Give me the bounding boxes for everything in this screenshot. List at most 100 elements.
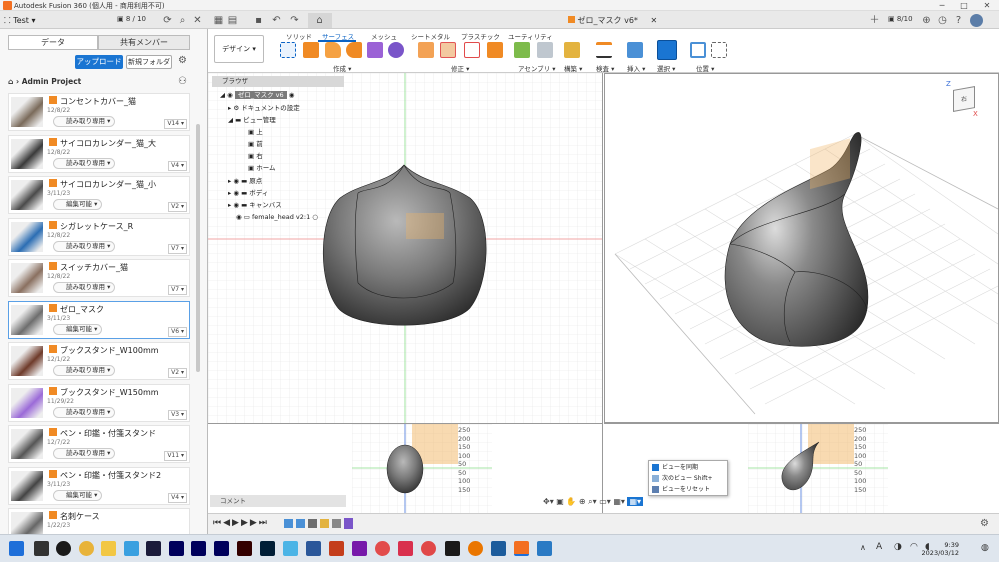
save-icon[interactable]: ▪ [252,14,265,27]
document-tab[interactable]: ゼロ_マスク v6* ✕ [568,15,657,26]
permission-dropdown[interactable]: 読み取り専用 ▾ [53,282,116,293]
minimize-button[interactable]: ─ [931,0,953,11]
upload-button[interactable]: アップロード [75,55,123,69]
timeline-end-icon[interactable]: ⏭ [259,518,269,528]
capture-position-icon[interactable] [711,42,727,58]
app-icon[interactable] [375,541,390,556]
notification-bell-icon[interactable]: ◍ [981,543,989,553]
version-badge[interactable]: V14 ▾ [164,119,187,129]
split-icon[interactable] [464,42,480,58]
permission-dropdown[interactable]: 編集可能 ▾ [53,199,103,210]
modify-menu[interactable]: 修正 ▾ [451,63,469,73]
timeline-prev-icon[interactable]: ◀ [223,518,232,528]
insert-image-icon[interactable] [627,42,643,58]
tab-data[interactable]: データ [8,35,98,50]
delete-icon[interactable] [440,42,456,58]
version-badge[interactable]: V11 ▾ [164,451,187,461]
create-sketch-icon[interactable] [280,42,296,58]
file-item[interactable]: ブックスタンド_W100mm 12/1/22 読み取り専用 ▾ V2 ▾ [8,342,190,380]
grid-menu-icon[interactable]: ▦ [212,14,225,27]
file-item[interactable]: ブックスタンド_W150mm 11/29/22 読み取り専用 ▾ V3 ▾ [8,383,190,422]
version-badge[interactable]: V3 ▾ [168,409,187,420]
timeline-next-icon[interactable]: ▶▶ [241,518,259,528]
browser-row-view-right[interactable]: ▣ 右 [248,150,263,162]
file-name[interactable]: シガレットケース_R [49,220,133,232]
permission-dropdown[interactable]: 編集可能 ▾ [53,489,103,501]
look-at-icon[interactable]: ▣ [556,497,564,506]
refresh-icon[interactable]: ⟳ [161,14,174,27]
zoom-icon[interactable]: ⊕ [579,497,586,506]
trim-icon[interactable] [418,42,434,58]
status-icon[interactable]: ◑ [894,542,902,552]
blender-icon[interactable] [468,541,483,556]
viewports-icon[interactable]: ▦▾ [627,497,644,506]
job-count[interactable]: ▣ 8/10 [888,15,913,23]
paint-icon[interactable] [283,541,298,556]
scrollbar[interactable] [196,124,200,372]
file-name[interactable]: スイッチカバー_猫 [49,262,128,273]
grid-settings-icon[interactable]: ▦▾ [613,497,625,506]
version-badge[interactable]: V7 ▾ [168,243,187,254]
permission-dropdown[interactable]: 読み取り専用 ▾ [53,448,116,459]
app-icon[interactable] [398,541,413,556]
timeline-settings-icon[interactable]: ⚙ [980,518,989,529]
browser-header[interactable]: ブラウザ [212,76,344,87]
file-name[interactable]: コンセントカバー_猫 [49,96,136,107]
feature-icon[interactable] [308,519,317,528]
stitch-icon[interactable] [487,42,503,58]
ime-indicator[interactable]: A [876,542,882,552]
file-item[interactable]: サイコロカレンダー_猫_大 12/8/22 読み取り専用 ▾ V4 ▾ [8,134,190,173]
home-tab[interactable]: ⌂ [308,13,332,28]
search-icon[interactable]: ⌕ [176,14,189,27]
explorer-icon[interactable] [101,541,116,556]
photoshop-icon[interactable] [260,541,275,556]
word-icon[interactable] [306,541,321,556]
browser-row-canvases[interactable]: ▸ ◉ ▬ キャンバス [228,199,282,211]
file-item[interactable]: コンセントカバー_猫 12/8/22 読み取り専用 ▾ V14 ▾ [8,93,190,131]
tab-sheet-metal[interactable]: シートメタル [411,31,450,41]
timeline-start-icon[interactable]: ⏮ [213,518,223,528]
form-icon[interactable] [388,42,404,58]
maximize-button[interactable]: □ [953,0,975,11]
redo-icon[interactable]: ↷ [288,14,301,27]
permission-dropdown[interactable]: 読み取り専用 ▾ [53,406,116,418]
app-icon[interactable] [491,541,506,556]
close-button[interactable]: ✕ [976,0,998,11]
insert-menu[interactable]: 挿入 ▾ [627,63,645,73]
avatar[interactable] [970,14,983,27]
create-menu[interactable]: 作成 ▾ [333,63,351,73]
feature-icon[interactable] [320,519,329,528]
version-badge[interactable]: V2 ▾ [168,368,187,378]
sweep-icon[interactable] [346,42,362,58]
version-badge[interactable]: V6 ▾ [168,326,187,337]
permission-dropdown[interactable]: 読み取り専用 ▾ [53,116,116,127]
browser-row-bodies[interactable]: ▸ ◉ ▬ ボディ [228,187,268,199]
comment-panel[interactable]: コメント [210,495,346,507]
browser-row-view-home[interactable]: ▣ ホーム [248,162,276,174]
add-people-icon[interactable]: ⚇ [176,75,189,88]
select-menu[interactable]: 選択 ▾ [657,63,675,73]
file-name[interactable]: 名刺ケース [49,511,100,522]
after-effects-icon[interactable] [191,541,206,556]
workspace-selector[interactable]: デザイン ▾ [214,35,264,63]
task-view-icon[interactable] [34,541,49,556]
settings-icon[interactable]: ⚙ [176,54,189,67]
file-name[interactable]: サイコロカレンダー_猫_大 [49,137,156,149]
position-menu[interactable]: 位置 ▾ [696,63,714,73]
tab-solid[interactable]: ソリッド [286,31,312,41]
new-folder-button[interactable]: 新規フォルダ [126,55,172,69]
pan-icon[interactable]: ✋ [566,497,576,506]
fit-icon[interactable]: ⌕▾ [588,497,597,506]
close-tab-icon[interactable]: ✕ [650,16,657,25]
illustrator-icon[interactable] [237,541,252,556]
browser-row-view-top[interactable]: ▣ 上 [248,126,263,138]
version-badge[interactable]: V2 ▾ [168,202,187,212]
breadcrumb[interactable]: ⌂ › Admin Project [8,77,81,86]
onenote-icon[interactable] [352,541,367,556]
permission-dropdown[interactable]: 読み取り専用 ▾ [53,365,116,376]
inspect-menu[interactable]: 検査 ▾ [596,63,614,73]
file-name[interactable]: サイコロカレンダー_猫_小 [49,179,156,190]
feature-icon[interactable] [296,519,305,528]
file-name[interactable]: ペン・印鑑・付箋スタンド [49,428,156,439]
unity-icon[interactable] [445,541,460,556]
